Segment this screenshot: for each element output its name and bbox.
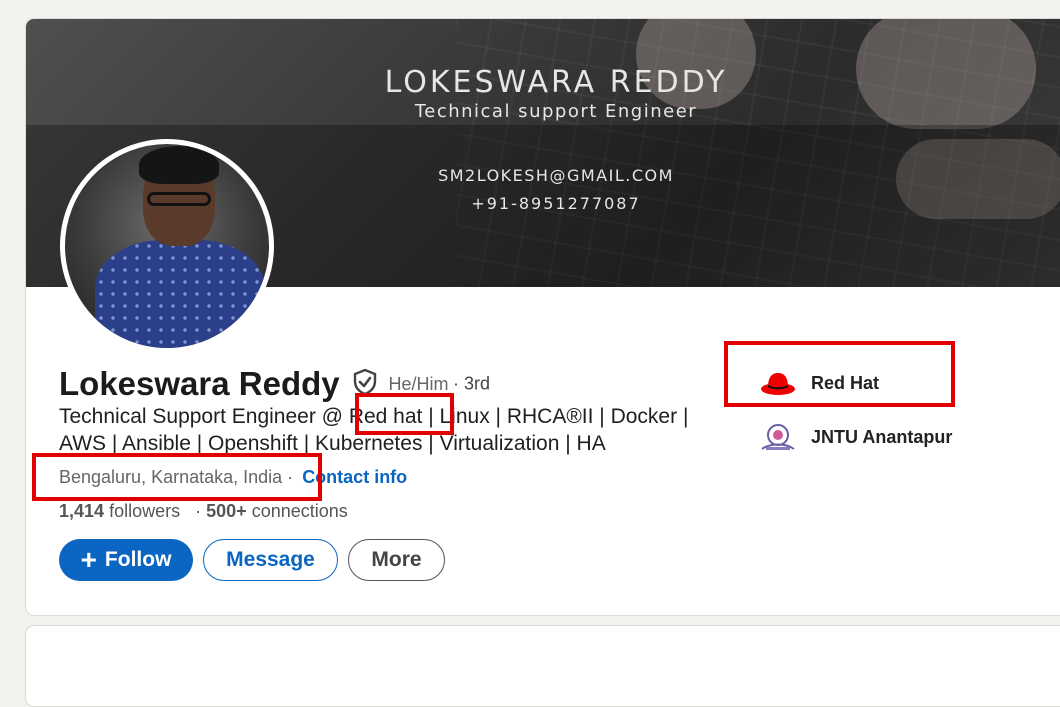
follow-button[interactable]: + Follow bbox=[59, 539, 193, 581]
connections-count[interactable]: 500+ bbox=[206, 501, 247, 521]
banner-name: LOKESWARA REDDY bbox=[384, 65, 728, 100]
banner-title: Technical support Engineer bbox=[414, 101, 698, 122]
profile-card: LOKESWARA REDDY Technical support Engine… bbox=[25, 18, 1060, 616]
next-section-card bbox=[25, 625, 1060, 707]
jntu-emblem-icon bbox=[758, 421, 798, 453]
connections-label[interactable]: connections bbox=[252, 501, 348, 521]
plus-icon: + bbox=[80, 544, 97, 575]
highlight-box-location bbox=[32, 453, 322, 501]
profile-photo[interactable] bbox=[60, 139, 274, 353]
connections-separator: · bbox=[195, 501, 202, 521]
highlight-box-headline-company bbox=[355, 393, 454, 435]
banner-hand-right bbox=[856, 19, 1036, 129]
banner-phone: +91-8951277087 bbox=[471, 194, 641, 213]
followers-count: 1,414 bbox=[59, 501, 105, 521]
followers-label: followers bbox=[109, 501, 181, 521]
banner-email: SM2LOKESH@GMAIL.COM bbox=[438, 166, 674, 185]
pronouns: He/Him bbox=[388, 373, 449, 394]
more-button[interactable]: More bbox=[348, 539, 445, 581]
connection-degree: · 3rd bbox=[453, 373, 491, 394]
org-item-jntu[interactable]: JNTU Anantapur bbox=[758, 421, 952, 453]
profile-name: Lokeswara Reddy bbox=[59, 365, 340, 402]
message-button[interactable]: Message bbox=[203, 539, 338, 581]
follow-label: Follow bbox=[104, 548, 172, 571]
network-counts: 1,414 followers · 500+ connections bbox=[59, 501, 348, 522]
highlight-box-redhat bbox=[724, 341, 955, 407]
org-name-jntu: JNTU Anantapur bbox=[811, 426, 953, 447]
